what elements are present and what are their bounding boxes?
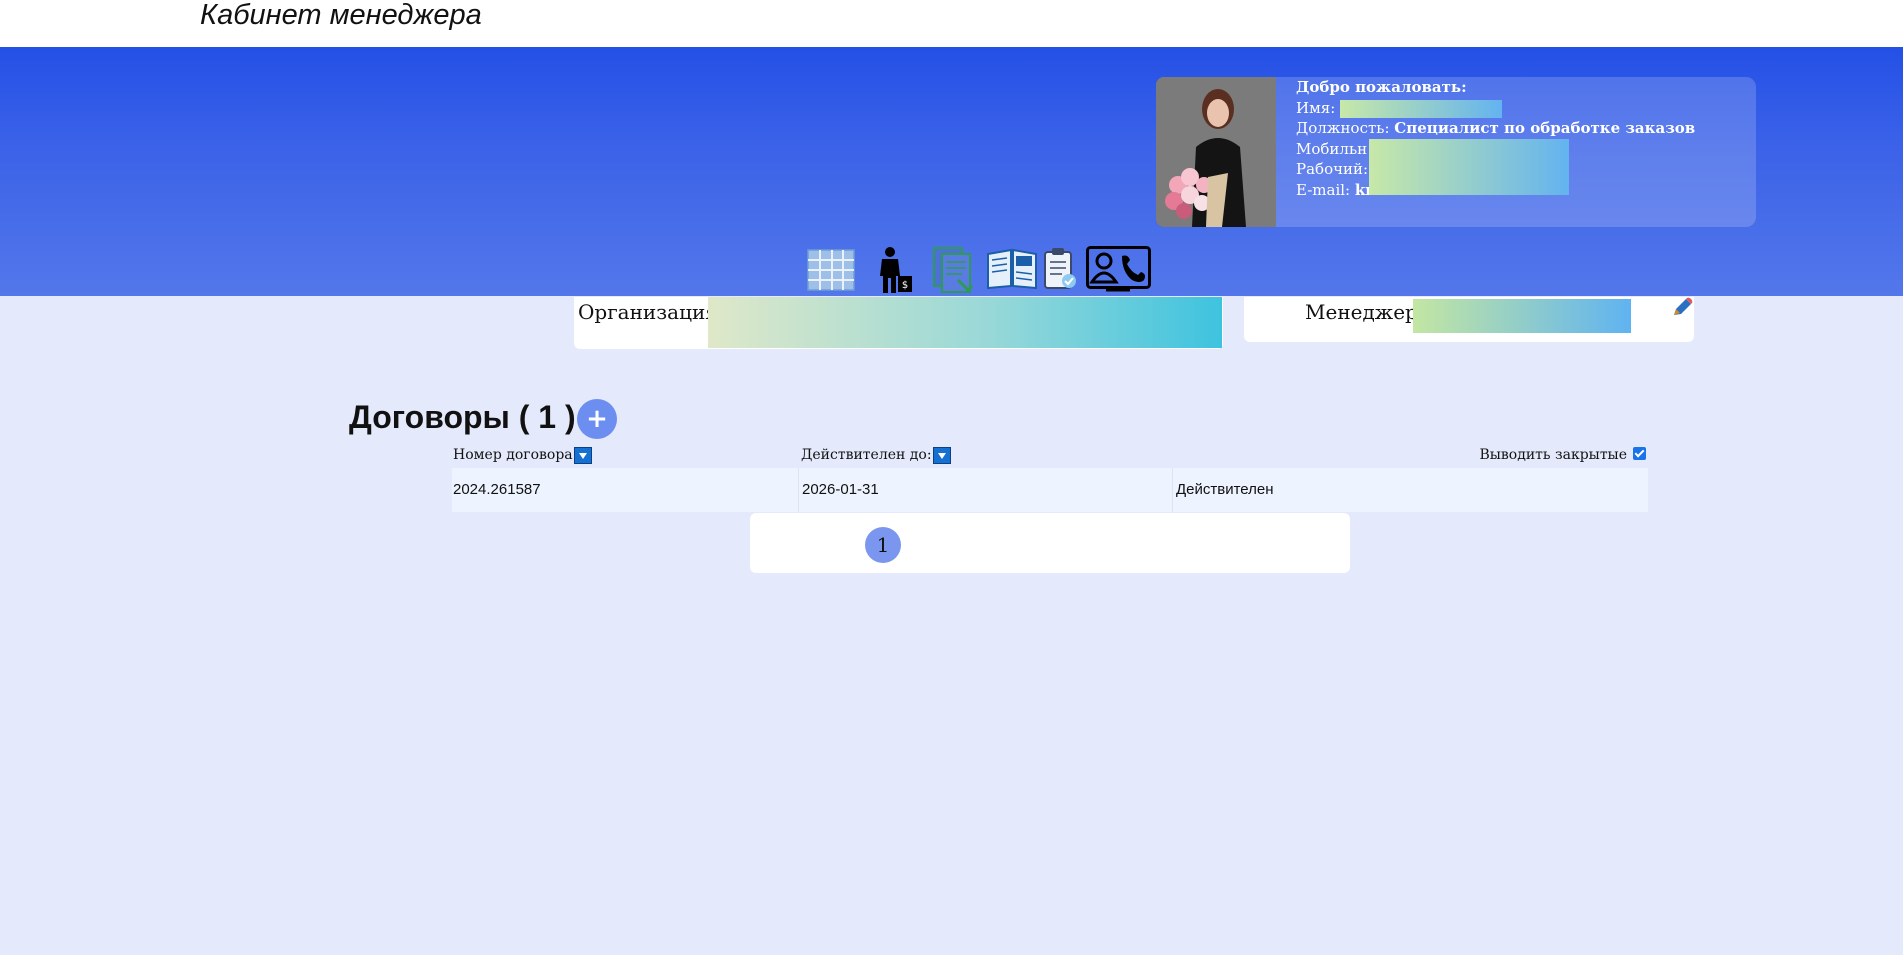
pagination: 1: [750, 513, 1350, 573]
clipboard-check-icon[interactable]: [1042, 246, 1078, 294]
nav-icons: $: [806, 246, 1151, 294]
organization-value-redacted: [708, 297, 1222, 348]
profile-photo: [1156, 77, 1276, 227]
show-closed-toggle[interactable]: Выводить закрытые: [1479, 444, 1646, 466]
organization-label: Организация:: [578, 300, 725, 324]
pencil-edit-icon[interactable]: [1670, 297, 1694, 319]
main-content: [0, 296, 1903, 956]
column-header-valid-until: Действителен до:: [801, 444, 951, 466]
sort-dropdown-valid-until-icon[interactable]: [932, 446, 951, 464]
add-contract-button[interactable]: +: [577, 399, 617, 439]
contact-phone-icon[interactable]: [1086, 246, 1151, 294]
contract-number-cell: 2024.261587: [453, 481, 541, 498]
valid-until-cell: 2026-01-31: [798, 468, 879, 512]
contracts-title: Договоры ( 1 ): [349, 399, 576, 435]
manager-label: Менеджер:: [1305, 300, 1425, 324]
column-header-number: Номер договора: [453, 444, 592, 466]
page-button-1[interactable]: 1: [865, 527, 901, 563]
contracts-table: Номер договора Действителен до: Выводить…: [452, 444, 1648, 512]
show-closed-label: Выводить закрытые: [1479, 447, 1627, 463]
table-row[interactable]: 2024.261587 2026-01-31 Действителен: [452, 468, 1648, 512]
open-book-icon[interactable]: [986, 246, 1038, 294]
profile-card: Добро пожаловать: Имя: Должность: Специа…: [1156, 77, 1756, 227]
app-title: Кабинет менеджера: [200, 0, 482, 31]
welcome-text: Добро пожаловать:: [1296, 78, 1467, 96]
spreadsheet-icon[interactable]: [806, 246, 856, 294]
show-closed-checkbox[interactable]: [1633, 446, 1646, 460]
name-label: Имя:: [1296, 98, 1336, 117]
sort-dropdown-number-icon[interactable]: [573, 446, 592, 464]
status-cell: Действителен: [1172, 468, 1274, 512]
svg-text:$: $: [902, 280, 908, 291]
name-redacted: [1340, 99, 1503, 118]
column-valid-until-label: Действителен до:: [801, 447, 932, 463]
position-value: Специалист по обработке заказов: [1394, 119, 1696, 137]
table-header: Номер договора Действителен до: Выводить…: [452, 444, 1648, 466]
mobile-label: Мобильн: [1296, 139, 1368, 158]
businessman-money-icon[interactable]: $: [876, 246, 916, 294]
manager-value-redacted: [1413, 299, 1631, 333]
documents-icon[interactable]: [932, 246, 974, 294]
contacts-redacted: [1369, 139, 1569, 195]
organization-field: Организация:: [574, 297, 1223, 349]
position-label: Должность:: [1296, 119, 1390, 137]
email-label: E-mail:: [1296, 180, 1351, 199]
manager-field: Менеджер:: [1244, 297, 1694, 342]
column-number-label: Номер договора: [453, 447, 573, 463]
